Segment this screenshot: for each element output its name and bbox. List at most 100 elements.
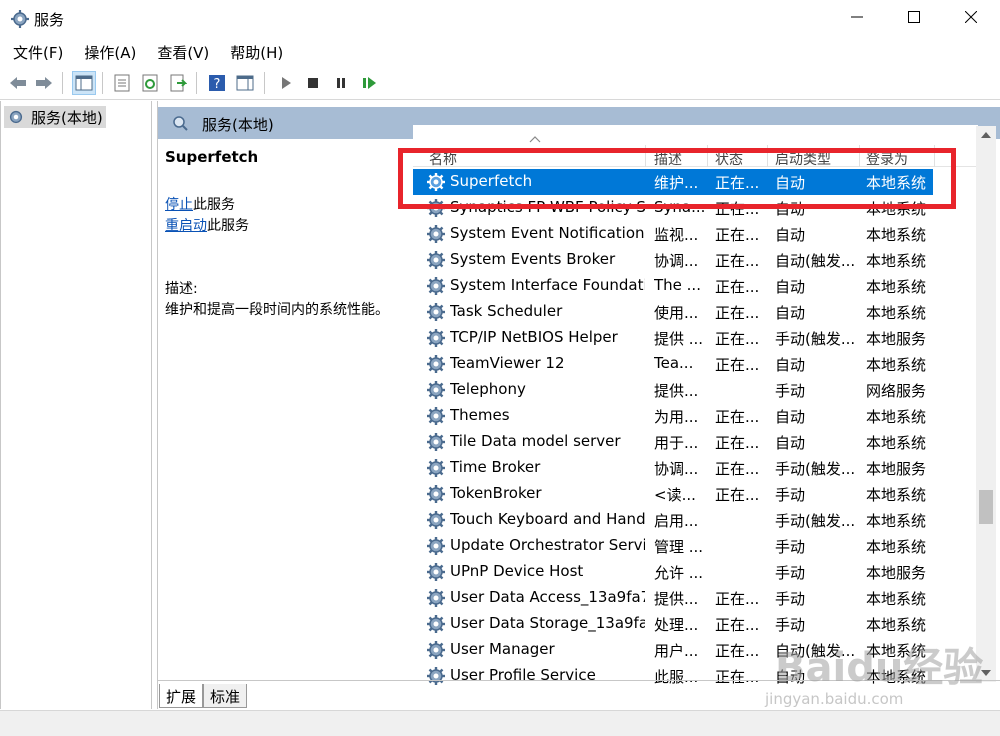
tab-standard[interactable]: 标准	[203, 684, 248, 708]
vertical-scrollbar[interactable]	[976, 126, 996, 682]
service-startup-type: 自动	[775, 408, 806, 426]
forward-button[interactable]	[32, 71, 56, 95]
service-gear-icon	[427, 511, 445, 529]
stop-service-suffix: 此服务	[193, 197, 235, 213]
service-name: UPnP Device Host	[450, 562, 584, 580]
column-divider[interactable]	[934, 145, 935, 167]
service-log-on-as: 本地服务	[866, 564, 927, 582]
service-row[interactable]: System Event Notification ... 监视... 正在... 自…	[413, 221, 933, 247]
service-startup-type: 自动	[775, 200, 806, 218]
stop-service-button[interactable]	[301, 71, 325, 95]
service-row[interactable]: TokenBroker <读... 正在... 手动 本地系统	[413, 481, 933, 507]
column-header-log-on-as[interactable]: 登录为	[866, 149, 908, 169]
service-gear-icon	[427, 199, 445, 217]
watermark-logo: Baidu经验	[775, 645, 984, 691]
toolbar-separator	[264, 72, 265, 94]
start-service-icon	[282, 77, 291, 89]
service-startup-type: 自动	[775, 174, 806, 192]
scroll-up-button[interactable]	[976, 126, 996, 144]
service-row[interactable]: User Data Access_13a9fa72 提供... 正在... 手动 本地系…	[413, 585, 933, 611]
service-row[interactable]: System Interface Foundati... The ... 正在...…	[413, 273, 933, 299]
service-row[interactable]: TCP/IP NetBIOS Helper 提供 ... 正在... 手动(触发...…	[413, 325, 933, 351]
tree-item-services-local[interactable]: 服务(本地)	[4, 106, 106, 128]
service-name: Task Scheduler	[450, 302, 563, 320]
service-name: TCP/IP NetBIOS Helper	[450, 328, 618, 346]
service-name: Update Orchestrator Service	[450, 536, 645, 554]
pause-service-icon	[337, 78, 345, 88]
service-name: TokenBroker	[450, 484, 542, 502]
column-divider[interactable]	[707, 145, 708, 167]
toolbar-separator	[102, 72, 103, 94]
service-gear-icon	[427, 225, 445, 243]
service-row[interactable]: User Data Storage_13a9fa72 处理... 正在... 手动 本地…	[413, 611, 933, 637]
sort-ascending-icon	[529, 136, 541, 143]
restart-service-link[interactable]: 重启动	[165, 218, 207, 234]
service-name: System Events Broker	[450, 250, 616, 268]
tab-extended[interactable]: 扩展	[159, 684, 204, 708]
menu-action[interactable]: 操作(A)	[84, 42, 136, 63]
service-row[interactable]: Telephony 提供... 手动 网络服务	[413, 377, 933, 403]
service-row[interactable]: UPnP Device Host 允许 ... 手动 本地服务	[413, 559, 933, 585]
service-status: 正在...	[715, 434, 760, 452]
refresh-button[interactable]	[138, 71, 162, 95]
service-name: User Data Storage_13a9fa72	[450, 614, 645, 632]
close-button[interactable]	[942, 0, 999, 34]
service-row[interactable]: Superfetch 维护... 正在... 自动 本地系统	[413, 169, 933, 195]
service-status: 正在...	[715, 408, 760, 426]
column-header-status[interactable]: 状态	[715, 149, 743, 169]
service-row[interactable]: Time Broker 协调... 正在... 手动(触发... 本地服务	[413, 455, 933, 481]
service-row[interactable]: Synaptics FP WBF Policy Se... Syna... 正在..…	[413, 195, 933, 221]
console-tree: 服务(本地)	[0, 101, 152, 709]
refresh-icon	[142, 74, 158, 92]
service-row[interactable]: Touch Keyboard and Hand... 启用... 手动(触发... 本…	[413, 507, 933, 533]
scrollbar-thumb[interactable]	[979, 490, 993, 524]
properties-button[interactable]	[110, 71, 134, 95]
export-list-button[interactable]	[166, 71, 190, 95]
column-header-startup-type[interactable]: 启动类型	[775, 149, 831, 169]
show-hide-console-tree-button[interactable]	[72, 71, 96, 95]
service-name: User Data Access_13a9fa72	[450, 588, 645, 606]
service-startup-type: 自动	[775, 304, 806, 322]
service-gear-icon	[427, 641, 445, 659]
services-gear-icon	[11, 10, 29, 28]
column-divider[interactable]	[767, 145, 768, 167]
service-startup-type: 手动	[775, 382, 806, 400]
service-gear-icon	[427, 355, 445, 373]
service-row[interactable]: TeamViewer 12 Tea... 正在... 自动 本地系统	[413, 351, 933, 377]
service-log-on-as: 本地系统	[866, 486, 927, 504]
service-status: 正在...	[715, 590, 760, 608]
column-header-name[interactable]: 名称	[429, 149, 457, 169]
restart-service-button[interactable]	[357, 71, 381, 95]
service-description: 为用...	[654, 408, 699, 426]
service-description: 启用...	[654, 512, 699, 530]
service-row[interactable]: Tile Data model server 用于... 正在... 自动 本地系统	[413, 429, 933, 455]
service-status: 正在...	[715, 174, 760, 192]
menu-view[interactable]: 查看(V)	[157, 42, 209, 63]
service-description: Syna...	[654, 198, 706, 216]
toolbar-separator	[62, 72, 63, 94]
service-row[interactable]: Task Scheduler 使用... 正在... 自动 本地系统	[413, 299, 933, 325]
service-name: System Event Notification ...	[450, 224, 645, 242]
start-service-button[interactable]	[274, 71, 298, 95]
service-description: Tea...	[654, 354, 694, 372]
maximize-button[interactable]	[885, 0, 942, 34]
column-divider[interactable]	[859, 145, 860, 167]
service-row[interactable]: Themes 为用... 正在... 自动 本地系统	[413, 403, 933, 429]
pause-service-button[interactable]	[329, 71, 353, 95]
menu-file[interactable]: 文件(F)	[13, 42, 63, 63]
service-row[interactable]: Update Orchestrator Service 管理 ... 手动 本地系统	[413, 533, 933, 559]
restart-service-icon	[363, 77, 376, 89]
stop-service-link[interactable]: 停止	[165, 197, 193, 213]
services-list: 名称 描述 状态 启动类型 登录为 Superfetch 维护... 正在... 自动…	[413, 125, 978, 685]
service-description: 允许 ...	[654, 564, 704, 582]
menu-help[interactable]: 帮助(H)	[230, 42, 283, 63]
column-header-description[interactable]: 描述	[654, 149, 682, 169]
column-divider[interactable]	[645, 145, 646, 167]
service-log-on-as: 本地系统	[866, 200, 927, 218]
back-button[interactable]	[6, 71, 30, 95]
show-hide-action-pane-button[interactable]	[233, 71, 257, 95]
service-description: <读...	[654, 486, 696, 504]
service-row[interactable]: System Events Broker 协调... 正在... 自动(触发... 本地…	[413, 247, 933, 273]
help-button[interactable]: ?	[205, 71, 229, 95]
minimize-button[interactable]	[828, 0, 885, 34]
